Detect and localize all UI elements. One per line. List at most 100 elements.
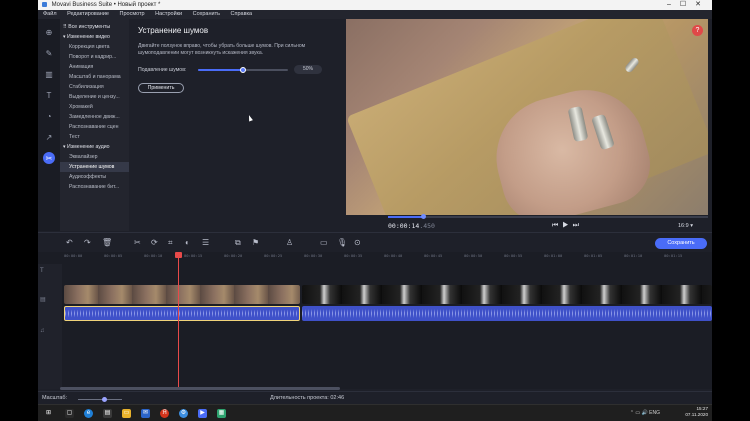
menu-file[interactable]: Файл xyxy=(43,11,57,17)
video-track-icon[interactable]: ▤ xyxy=(40,296,46,303)
ruler-tick: 00:00:55 xyxy=(504,253,523,258)
slider-handle[interactable] xyxy=(240,67,246,73)
list-icon[interactable]: ☰ xyxy=(202,238,209,247)
stabilize-icon[interactable]: ♙ xyxy=(286,238,293,247)
ruler-tick: 00:00:10 xyxy=(144,253,163,258)
slider-value-field[interactable]: 50% xyxy=(294,65,322,74)
redo-icon[interactable]: ↷ xyxy=(84,238,91,247)
apply-button[interactable]: Применить xyxy=(138,83,184,93)
menu-edit[interactable]: Редактирование xyxy=(67,11,109,17)
ruler-tick: 00:00:45 xyxy=(424,253,443,258)
list-item[interactable]: Замедленное движ... xyxy=(60,112,129,122)
music-track-icon[interactable]: ♫ xyxy=(40,328,45,334)
color-icon[interactable]: ◐ xyxy=(185,238,190,247)
movavi-icon[interactable]: ▶ xyxy=(198,409,207,418)
windows-start-icon[interactable]: ⊞ xyxy=(44,409,53,418)
titles-icon[interactable]: T xyxy=(43,89,55,101)
list-item[interactable]: Распознавание сцен xyxy=(60,122,129,132)
list-item-video-section[interactable]: ▾ Изменение видео xyxy=(60,32,129,42)
menu-help[interactable]: Справка xyxy=(231,11,253,17)
ruler-tick: 00:01:05 xyxy=(584,253,603,258)
mail-icon[interactable]: ✉ xyxy=(141,409,150,418)
list-item-audio-section[interactable]: ▾ Изменение аудио xyxy=(60,142,129,152)
noise-slider[interactable] xyxy=(198,67,288,73)
pin-icon[interactable]: ⊙ xyxy=(354,238,361,247)
microphone-icon[interactable]: 🎙 xyxy=(337,238,347,247)
save-button[interactable]: Сохранить xyxy=(655,238,707,249)
window-controls[interactable]: –☐✕ xyxy=(667,0,710,10)
app-icon[interactable]: ▦ xyxy=(217,409,226,418)
list-item[interactable]: Хромакей xyxy=(60,102,129,112)
settings-icon[interactable]: ⚙ xyxy=(179,409,188,418)
seek-bar[interactable] xyxy=(388,214,708,219)
ruler-tick: 00:00:35 xyxy=(344,253,363,258)
more-tools-icon[interactable]: ✂ xyxy=(43,152,55,164)
next-frame-icon[interactable]: ⏭ xyxy=(573,222,583,229)
playhead[interactable] xyxy=(178,252,179,389)
list-item[interactable]: Эквалайзер xyxy=(60,152,129,162)
list-item-all-tools[interactable]: ⠿ Все инструменты xyxy=(60,22,129,32)
task-view-icon[interactable]: ▢ xyxy=(65,409,74,418)
list-item[interactable]: Анимация xyxy=(60,62,129,72)
timeline-ruler[interactable]: 00:00:00 00:00:05 00:00:10 00:00:15 00:0… xyxy=(38,252,712,264)
undo-icon[interactable]: ↶ xyxy=(66,238,73,247)
app-window: Movavi Business Suite • Новый проект * –… xyxy=(38,0,712,421)
status-bar: Масштаб: Длительность проекта: 02:46 xyxy=(38,391,712,404)
video-clip[interactable] xyxy=(64,285,300,304)
slider-label: Подавление шумов: xyxy=(138,67,187,73)
list-item[interactable]: Стабилизация xyxy=(60,82,129,92)
list-item[interactable]: Тест xyxy=(60,132,129,142)
menu-save[interactable]: Сохранить xyxy=(193,11,220,17)
file-explorer-icon[interactable]: ▭ xyxy=(122,409,131,418)
list-item[interactable]: Коррекция цвета xyxy=(60,42,129,52)
import-icon[interactable]: ⊕ xyxy=(43,26,55,38)
settings-panel: Устранение шумов Двигайте ползунок вправ… xyxy=(130,19,345,231)
zoom-slider[interactable] xyxy=(78,397,122,402)
timeline-toolbar: ↶ ↷ 🗑 ✂ ⟳ ⌗ ◐ ☰ ⧉ ⚑ ♙ ▭ 🎙 ⊙ Сохранить xyxy=(38,232,712,252)
system-tray[interactable]: ⌃ ▭ 🔊 ENG xyxy=(630,410,660,416)
ruler-tick: 00:00:25 xyxy=(264,253,283,258)
cut-icon[interactable]: ✂ xyxy=(134,238,141,247)
pip-icon[interactable]: ⧉ xyxy=(235,238,241,248)
audio-clip-selected[interactable] xyxy=(64,306,300,321)
aspect-ratio-dropdown[interactable]: 16:9 ▾ xyxy=(678,223,693,229)
track-headers: T ▤ ♫ xyxy=(38,264,62,389)
ruler-tick: 00:01:10 xyxy=(624,253,643,258)
store-icon[interactable]: ▤ xyxy=(103,409,112,418)
list-item[interactable]: Распознавание бит... xyxy=(60,182,129,192)
callouts-icon[interactable]: ↗ xyxy=(43,131,55,143)
windows-taskbar: ⊞ ▢ e ▤ ▭ ✉ Я ⚙ ▶ ▦ ⌃ ▭ 🔊 ENG 15:27 07.1… xyxy=(38,404,712,421)
ruler-tick: 00:00:50 xyxy=(464,253,483,258)
transitions-icon[interactable]: ▥ xyxy=(43,68,55,80)
zoom-label: Масштаб: xyxy=(42,395,68,401)
list-item[interactable]: Выделение и цензу... xyxy=(60,92,129,102)
filters-icon[interactable]: ✎ xyxy=(43,47,55,59)
stickers-icon[interactable]: ◔ xyxy=(43,110,55,122)
ruler-tick: 00:01:15 xyxy=(664,253,683,258)
seek-handle[interactable] xyxy=(421,214,427,219)
menu-settings[interactable]: Настройки xyxy=(155,11,182,17)
monitor-icon[interactable]: ▭ xyxy=(320,238,328,247)
rotate-icon[interactable]: ⟳ xyxy=(151,238,158,247)
previous-frame-icon[interactable]: ⏮ xyxy=(552,222,562,229)
list-item[interactable]: Масштаб и панорама xyxy=(60,72,129,82)
flag-icon[interactable]: ⚑ xyxy=(252,238,259,247)
zoom-handle[interactable] xyxy=(102,397,108,402)
help-icon[interactable]: ? xyxy=(692,25,703,36)
waveform xyxy=(302,306,712,321)
list-item[interactable]: Поворот и кадрир... xyxy=(60,52,129,62)
edge-icon[interactable]: e xyxy=(84,409,93,418)
yandex-browser-icon[interactable]: Я xyxy=(160,409,169,418)
language-indicator[interactable]: ENG xyxy=(649,410,660,416)
crop-icon[interactable]: ⌗ xyxy=(168,238,173,248)
timeline-scrollbar[interactable] xyxy=(60,387,340,390)
list-item[interactable]: Аудиоэффекты xyxy=(60,172,129,182)
audio-clip[interactable] xyxy=(302,306,712,321)
timeline-tracks[interactable]: T ▤ ♫ xyxy=(38,264,712,389)
clock[interactable]: 15:27 07.11.2020 xyxy=(685,406,708,418)
list-item-noise-removal[interactable]: Устранение шумов xyxy=(60,162,129,172)
delete-icon[interactable]: 🗑 xyxy=(102,238,112,247)
menu-view[interactable]: Просмотр xyxy=(120,11,145,17)
play-icon[interactable]: ▶ xyxy=(562,222,572,229)
video-clip[interactable] xyxy=(302,285,712,304)
